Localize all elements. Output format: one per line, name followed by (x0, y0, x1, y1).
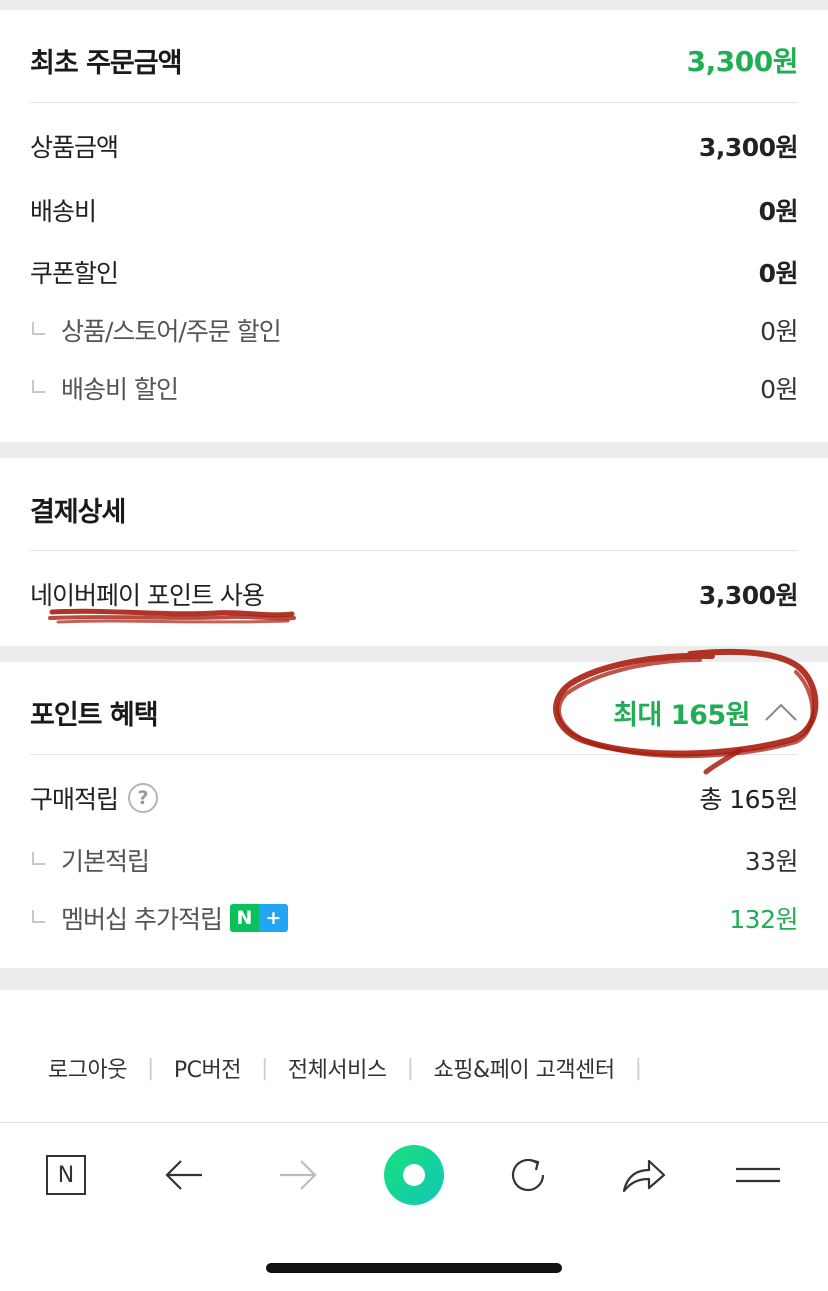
shipping-discount-row: 배송비 할인 0원 (30, 368, 798, 408)
store-discount-value: 0원 (760, 317, 798, 346)
product-price-value: 3,300원 (698, 133, 799, 162)
logout-link[interactable]: 로그아웃 (48, 1052, 127, 1084)
naverpay-point-label: 네이버페이 포인트 사용 (30, 581, 265, 610)
sub-item-corner-icon (32, 321, 45, 335)
naver-home-icon[interactable]: N (36, 1145, 96, 1205)
coupon-discount-label: 쿠폰할인 (30, 259, 119, 288)
store-discount-row: 상품/스토어/주문 할인 0원 (30, 310, 798, 350)
shipping-fee-row: 배송비 0원 (30, 190, 799, 230)
divider (30, 754, 798, 755)
point-benefit-card: 포인트 혜택 최대 165원 구매적립 ? 총 165원 기본적립 33원 멤버… (0, 662, 828, 968)
shipping-discount-value: 0원 (760, 375, 798, 404)
basic-reward-value: 33원 (744, 847, 799, 876)
product-price-label: 상품금액 (30, 133, 119, 162)
naverpay-point-value: 3,300원 (698, 581, 799, 610)
sub-item-corner-icon (32, 851, 45, 865)
payment-detail-header: 결제상세 (30, 488, 798, 530)
purchase-reward-label: 구매적립 (30, 785, 119, 814)
purchase-reward-row: 구매적립 ? 총 165원 (30, 776, 798, 820)
reload-icon[interactable] (498, 1145, 558, 1205)
naverpay-point-row: 네이버페이 포인트 사용 3,300원 (30, 572, 799, 616)
coupon-discount-row: 쿠폰할인 0원 (30, 252, 799, 292)
membership-reward-row: 멤버십 추가적립 N + 132원 (30, 898, 798, 938)
basic-reward-row: 기본적립 33원 (30, 840, 799, 880)
order-total-value: 3,300원 (686, 45, 799, 78)
forward-arrow-icon[interactable] (268, 1145, 328, 1205)
point-benefit-title: 포인트 혜택 (30, 699, 159, 731)
purchase-reward-total: 총 165원 (699, 785, 798, 814)
customer-center-link[interactable]: 쇼핑&페이 고객센터 (434, 1052, 616, 1084)
help-icon[interactable]: ? (128, 783, 159, 813)
membership-reward-label: 멤버십 추가적립 (61, 905, 223, 934)
pc-version-link[interactable]: PC버전 (174, 1052, 242, 1084)
order-summary-card: 최초 주문금액 3,300원 상품금액 3,300원 배송비 0원 쿠폰할인 0… (0, 10, 828, 442)
payment-detail-card: 결제상세 네이버페이 포인트 사용 3,300원 (0, 458, 828, 646)
divider (30, 550, 798, 551)
shipping-discount-label: 배송비 할인 (61, 375, 179, 404)
store-discount-label: 상품/스토어/주문 할인 (61, 317, 282, 346)
menu-icon[interactable] (728, 1145, 788, 1205)
sub-item-corner-icon (32, 379, 45, 393)
naver-plus-badge-icon: N + (229, 904, 288, 932)
separator: | (406, 1055, 414, 1081)
divider (30, 102, 798, 103)
payment-detail-title: 결제상세 (30, 496, 126, 528)
green-dot-icon[interactable] (382, 1143, 446, 1207)
point-benefit-header[interactable]: 포인트 혜택 최대 165원 (30, 688, 798, 736)
separator: | (146, 1055, 154, 1081)
point-benefit-max: 최대 165원 (613, 699, 750, 731)
all-services-link[interactable]: 전체서비스 (288, 1052, 387, 1084)
chevron-up-icon[interactable] (764, 702, 798, 722)
home-indicator (266, 1263, 562, 1273)
sub-item-corner-icon (32, 909, 45, 923)
separator: | (634, 1055, 642, 1081)
footer-links: 로그아웃 | PC버전 | 전체서비스 | 쇼핑&페이 고객센터 | (48, 1052, 662, 1084)
membership-reward-value: 132원 (729, 905, 798, 934)
shipping-fee-value: 0원 (758, 197, 799, 226)
coupon-discount-value: 0원 (758, 259, 799, 288)
back-arrow-icon[interactable] (154, 1145, 214, 1205)
shipping-fee-label: 배송비 (30, 197, 97, 226)
basic-reward-label: 기본적립 (61, 847, 150, 876)
share-icon[interactable] (614, 1145, 674, 1205)
order-total-row: 최초 주문금액 3,300원 (30, 38, 799, 82)
order-total-title: 최초 주문금액 (30, 47, 182, 79)
separator: | (261, 1055, 268, 1081)
product-price-row: 상품금액 3,300원 (30, 126, 799, 166)
